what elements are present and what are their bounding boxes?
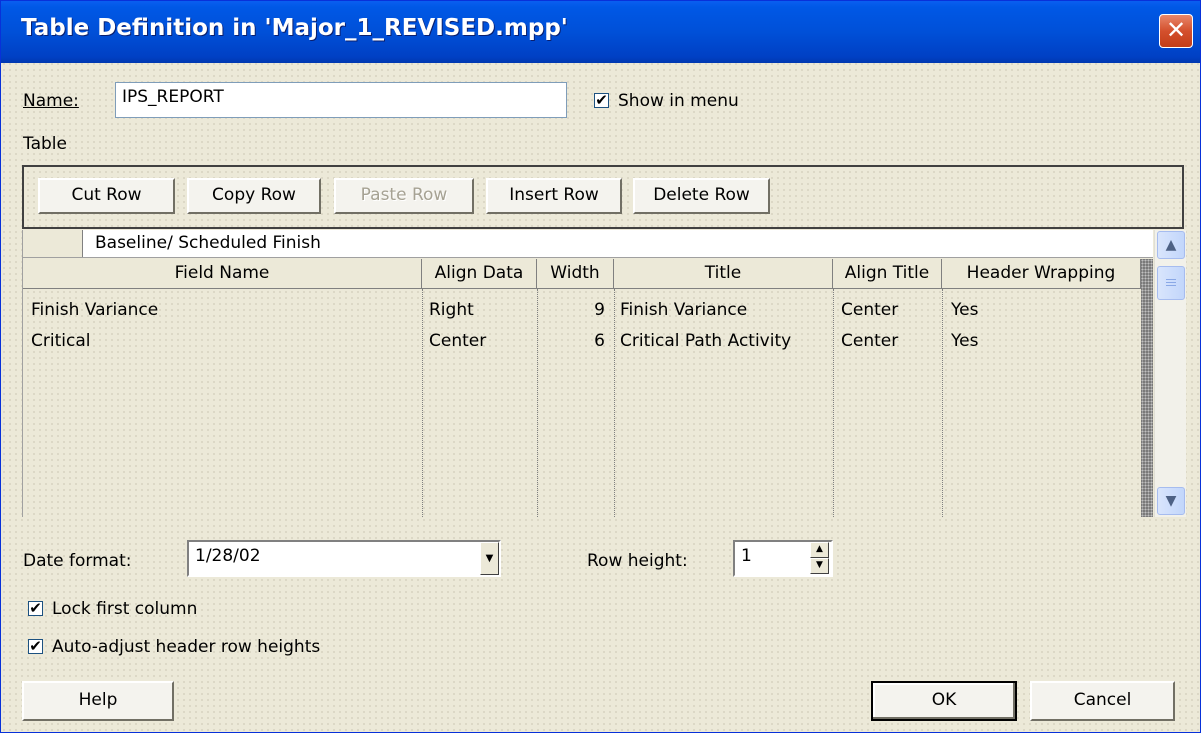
title-bar[interactable]: Table Definition in 'Major_1_REVISED.mpp… xyxy=(1,1,1200,63)
cell-edit-value: Baseline/ Scheduled Finish xyxy=(95,233,321,253)
column-header-align-title[interactable]: Align Title xyxy=(833,259,942,289)
cell-width[interactable]: 6 xyxy=(541,329,605,353)
column-header-title[interactable]: Title xyxy=(614,259,833,289)
close-button[interactable]: ✕ xyxy=(1159,14,1193,48)
column-separator xyxy=(942,289,943,517)
scroll-up-button[interactable]: ▲ xyxy=(1157,231,1185,259)
close-icon: ✕ xyxy=(1165,16,1187,44)
grid-split-bar[interactable] xyxy=(1141,259,1153,517)
date-format-dropdown-button[interactable]: ▼ xyxy=(480,542,499,575)
cell-width[interactable]: 9 xyxy=(541,298,605,322)
column-header-header-wrapping[interactable]: Header Wrapping xyxy=(942,259,1141,289)
cell-field-name[interactable]: Finish Variance xyxy=(31,298,158,322)
name-input[interactable]: IPS_REPORT xyxy=(115,82,567,118)
name-label-text: Name: xyxy=(23,91,79,111)
window-title: Table Definition in 'Major_1_REVISED.mpp… xyxy=(21,15,568,41)
row-height-down-button[interactable]: ▼ xyxy=(810,558,829,574)
cell-edit-row[interactable]: Baseline/ Scheduled Finish xyxy=(23,230,1153,258)
show-in-menu-label: Show in menu xyxy=(618,91,739,111)
delete-row-button[interactable]: Delete Row xyxy=(633,178,770,214)
auto-adjust-label: Auto-adjust header row heights xyxy=(52,637,321,657)
grip-line xyxy=(1166,279,1176,280)
scroll-down-button[interactable]: ▼ xyxy=(1157,487,1185,515)
row-height-up-button[interactable]: ▲ xyxy=(810,542,829,558)
row-height-value: 1 xyxy=(741,546,752,566)
chevron-down-icon: ▼ xyxy=(816,560,823,570)
cell-header-wrapping[interactable]: Yes xyxy=(951,329,978,353)
paste-row-button[interactable]: Paste Row xyxy=(334,178,474,214)
lock-first-column-label: Lock first column xyxy=(52,599,198,619)
edit-row-selector xyxy=(23,230,83,257)
checkmark-icon: ✔ xyxy=(29,637,42,655)
cut-row-button[interactable]: Cut Row xyxy=(38,178,175,214)
date-format-value: 1/28/02 xyxy=(195,546,261,566)
chevron-down-icon: ▼ xyxy=(1165,493,1177,509)
auto-adjust-checkbox[interactable]: ✔ xyxy=(28,639,43,654)
table-grid: Baseline/ Scheduled Finish Field Name Al… xyxy=(22,230,1186,517)
lock-first-column-checkbox[interactable]: ✔ xyxy=(28,601,43,616)
cell-title[interactable]: Critical Path Activity xyxy=(620,329,791,353)
chevron-down-icon: ▼ xyxy=(485,553,494,564)
cell-align-title[interactable]: Center xyxy=(841,298,898,322)
column-separator xyxy=(614,289,615,517)
column-separator xyxy=(422,289,423,517)
column-separator xyxy=(537,289,538,517)
date-format-select[interactable]: 1/28/02 xyxy=(187,540,501,577)
show-in-menu-checkbox[interactable]: ✔ xyxy=(594,93,609,108)
column-separator xyxy=(833,289,834,517)
scroll-thumb[interactable] xyxy=(1157,266,1185,300)
help-button[interactable]: Help xyxy=(22,681,174,721)
column-header-width[interactable]: Width xyxy=(537,259,614,289)
chevron-up-icon: ▲ xyxy=(816,544,823,554)
checkmark-icon: ✔ xyxy=(595,91,608,109)
column-header-field-name[interactable]: Field Name xyxy=(23,259,422,289)
ok-button[interactable]: OK xyxy=(871,681,1017,721)
name-input-value: IPS_REPORT xyxy=(122,87,224,107)
cell-align-title[interactable]: Center xyxy=(841,329,898,353)
name-label: Name: xyxy=(23,91,79,111)
cell-align-data[interactable]: Center xyxy=(429,329,486,353)
cell-header-wrapping[interactable]: Yes xyxy=(951,298,978,322)
table-definition-dialog: Table Definition in 'Major_1_REVISED.mpp… xyxy=(0,0,1201,733)
chevron-up-icon: ▲ xyxy=(1165,237,1177,253)
cell-align-data[interactable]: Right xyxy=(429,298,474,322)
copy-row-button[interactable]: Copy Row xyxy=(187,178,321,214)
cancel-button[interactable]: Cancel xyxy=(1030,681,1175,721)
grip-line xyxy=(1166,285,1176,286)
cell-title[interactable]: Finish Variance xyxy=(620,298,747,322)
column-header-align-data[interactable]: Align Data xyxy=(422,259,537,289)
checkmark-icon: ✔ xyxy=(29,599,42,617)
vertical-scrollbar[interactable]: ▲ ▼ xyxy=(1154,230,1186,517)
cell-field-name[interactable]: Critical xyxy=(31,329,90,353)
table-section-label: Table xyxy=(23,134,67,154)
insert-row-button[interactable]: Insert Row xyxy=(486,178,622,214)
date-format-label: Date format: xyxy=(23,551,132,571)
row-height-label: Row height: xyxy=(587,551,688,571)
grip-line xyxy=(1166,282,1176,283)
